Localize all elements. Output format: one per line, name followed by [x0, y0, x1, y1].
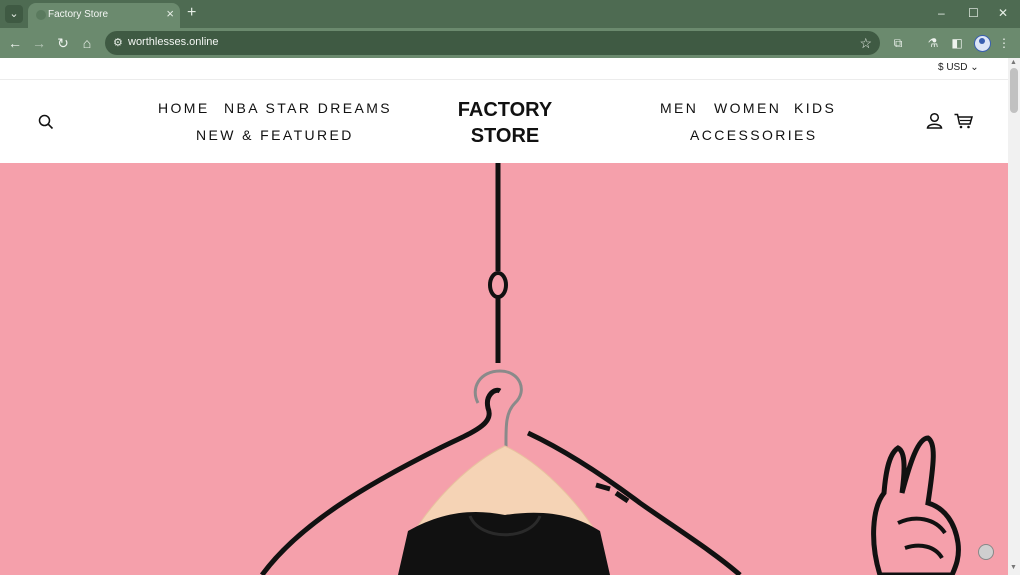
tab-factory-store[interactable]: Factory Store × — [28, 3, 180, 28]
nav-link-men[interactable]: MEN — [660, 100, 698, 116]
side-panel-icon[interactable]: ◧ — [949, 35, 965, 51]
nav-link-home[interactable]: HOME — [158, 100, 210, 116]
minimize-button[interactable]: – — [938, 5, 945, 21]
site-info-icon[interactable]: ⚙ — [113, 35, 123, 51]
browser-toolbar: ← → ↻ ⌂ ⚙ worthlesses.online ☆ ⧉ ⚗ ◧ ⋮ — [0, 28, 1020, 58]
forward-button[interactable]: → — [29, 33, 49, 53]
nav-link-women[interactable]: WOMEN — [714, 100, 781, 116]
chevron-down-icon: ⌄ — [9, 8, 19, 20]
hero-hanger-illustration — [259, 163, 961, 575]
hanger-hook — [473, 369, 523, 449]
chevron-down-icon: ⌄ — [970, 62, 979, 73]
tab-search-button[interactable]: ⌄ — [5, 5, 23, 23]
nav-link-accessories[interactable]: ACCESSORIES — [690, 127, 818, 143]
currency-bar: $ USD ⌄ — [0, 58, 1008, 80]
address-bar[interactable]: ⚙ worthlesses.online ☆ — [105, 31, 880, 55]
labs-flask-icon[interactable]: ⚗ — [925, 35, 941, 51]
currency-label: $ USD — [938, 62, 968, 73]
home-button[interactable]: ⌂ — [77, 33, 97, 53]
scroll-down-arrow-icon[interactable]: ▼ — [1010, 564, 1017, 571]
logo-line-2: STORE — [470, 125, 540, 147]
nav-link-kids[interactable]: KIDS — [794, 100, 836, 116]
window-close-button[interactable]: ✕ — [998, 5, 1008, 21]
page-scrollbar[interactable]: ▲ ▼ — [1008, 58, 1020, 575]
tab-strip: ⌄ Factory Store × + – ☐ ✕ — [0, 0, 1020, 28]
url-text[interactable]: worthlesses.online — [128, 36, 219, 48]
nav-link-nba-star-dreams[interactable]: NBA STAR DREAMS — [224, 100, 392, 116]
hanger-dash — [595, 482, 611, 492]
scroll-thumb[interactable] — [1010, 68, 1018, 113]
cart-icon[interactable] — [954, 113, 973, 129]
black-tshirt — [398, 511, 610, 575]
nav-link-new-featured[interactable]: NEW & FEATURED — [196, 127, 354, 143]
tab-title: Factory Store — [48, 9, 109, 20]
profile-avatar-icon[interactable] — [974, 35, 991, 52]
currency-selector[interactable]: $ USD ⌄ — [938, 62, 979, 73]
new-tab-button[interactable]: + — [187, 4, 196, 22]
maximize-button[interactable]: ☐ — [968, 5, 979, 21]
webpage: $ USD ⌄ HOME NBA STAR DREAMS NEW & FEATU… — [0, 58, 1008, 575]
account-icon[interactable] — [926, 112, 943, 129]
close-icon[interactable]: × — [166, 6, 174, 22]
favicon-icon — [36, 10, 46, 20]
site-header: HOME NBA STAR DREAMS NEW & FEATURED FACT… — [0, 80, 1008, 163]
browser-frame: ⌄ Factory Store × + – ☐ ✕ ← → ↻ ⌂ ⚙ wort… — [0, 0, 1020, 58]
bookmark-star-icon[interactable]: ☆ — [859, 34, 872, 52]
search-icon[interactable] — [38, 114, 54, 130]
extensions-icon[interactable]: ⧉ — [890, 35, 906, 51]
reload-button[interactable]: ↻ — [53, 33, 73, 53]
peace-sign-hand — [871, 435, 961, 575]
logo-line-1: FACTORY — [457, 99, 553, 121]
store-logo[interactable]: FACTORY STORE — [455, 97, 555, 149]
floating-widget-icon[interactable] — [978, 544, 994, 560]
hero-banner[interactable] — [0, 163, 1008, 575]
back-button[interactable]: ← — [5, 33, 25, 53]
string-loop — [488, 271, 508, 299]
kebab-menu-icon[interactable]: ⋮ — [996, 35, 1012, 51]
scroll-up-arrow-icon[interactable]: ▲ — [1010, 59, 1017, 66]
